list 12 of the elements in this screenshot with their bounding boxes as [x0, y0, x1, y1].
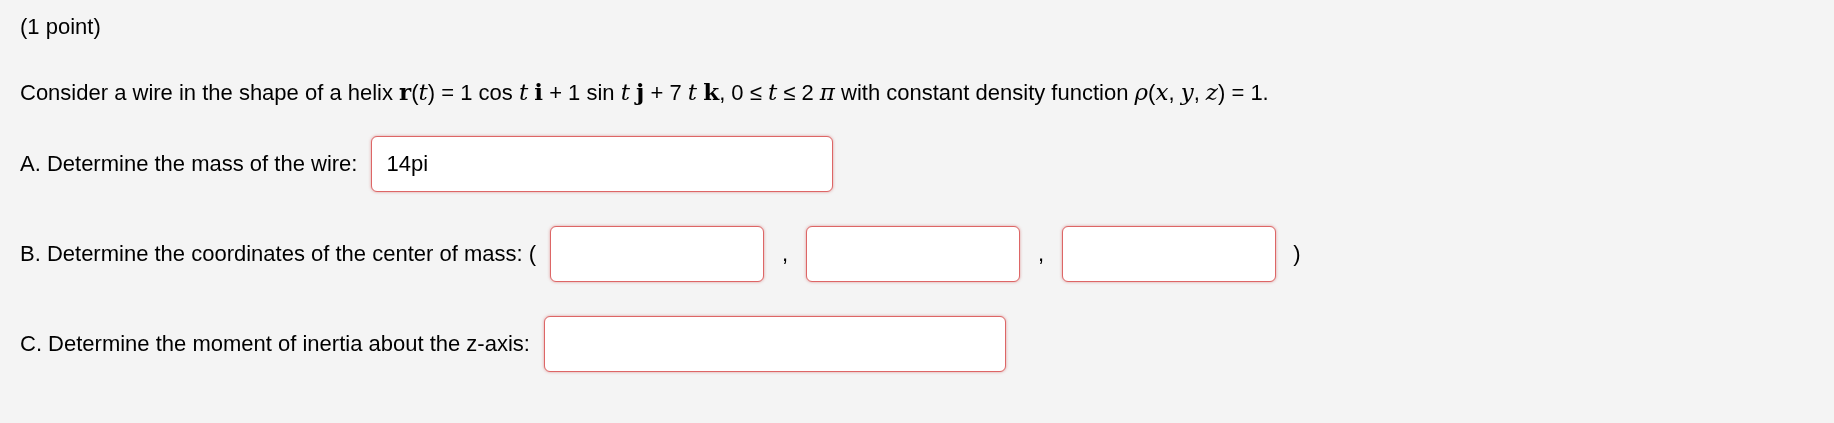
question-label: B. Determine the coordinates of the center of mass: ( [20, 241, 537, 267]
question-label: A. Determine the mass of the wire: [20, 151, 358, 177]
answer-field[interactable] [550, 226, 765, 282]
answer-field[interactable] [543, 316, 1006, 372]
answer-field[interactable]: 14pi [371, 136, 834, 192]
points-label: (1 point) [20, 14, 102, 40]
answer-field[interactable] [806, 226, 1021, 282]
comma-separator: , [1036, 241, 1046, 267]
answer-field[interactable] [1062, 226, 1277, 282]
closing-parenthesis: ) [1292, 241, 1302, 267]
question-label: C. Determine the moment of inertia about the z-axis: [20, 331, 530, 357]
comma-separator: , [780, 241, 790, 267]
